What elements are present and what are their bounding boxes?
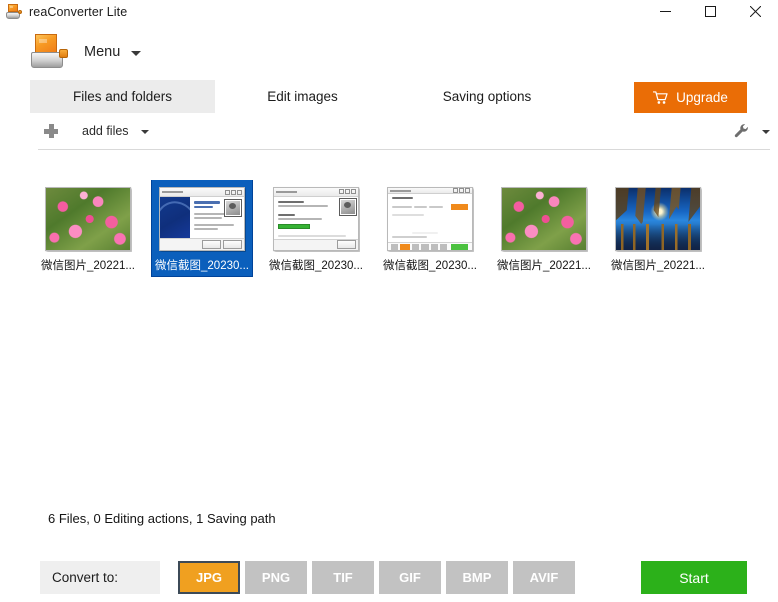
bottom-bar: Convert to: JPG PNG TIF GIF BMP AVIF Sta… bbox=[0, 554, 778, 602]
chevron-down-icon[interactable] bbox=[762, 130, 770, 134]
thumbnail-frame bbox=[272, 186, 360, 252]
status-summary: 6 Files, 0 Editing actions, 1 Saving pat… bbox=[48, 511, 276, 526]
chevron-down-icon[interactable] bbox=[141, 130, 149, 134]
format-button-png[interactable]: PNG bbox=[245, 561, 307, 594]
file-name-label: 微信图片_20221... bbox=[497, 259, 591, 274]
close-button[interactable] bbox=[733, 0, 778, 23]
window-title: reaConverter Lite bbox=[29, 5, 127, 19]
maximize-icon bbox=[705, 6, 716, 17]
start-button[interactable]: Start bbox=[641, 561, 747, 594]
menu-button[interactable]: Menu bbox=[84, 44, 141, 60]
format-button-avif[interactable]: AVIF bbox=[513, 561, 575, 594]
menu-row: Menu bbox=[0, 23, 778, 80]
file-thumbnail-item[interactable]: 微信图片_20221... bbox=[608, 180, 708, 276]
app-scanner-icon bbox=[30, 34, 68, 70]
file-thumbnail-area[interactable]: 微信图片_20221... bbox=[38, 180, 770, 494]
window-titlebar: reaConverter Lite bbox=[0, 0, 778, 23]
format-button-gif[interactable]: GIF bbox=[379, 561, 441, 594]
wrench-icon[interactable] bbox=[734, 123, 750, 139]
thumbnail-image-night-sky bbox=[615, 187, 701, 251]
file-name-label: 微信截图_20230... bbox=[269, 259, 363, 274]
cart-icon bbox=[653, 91, 668, 105]
file-thumbnail-item[interactable]: 微信截图_20230... bbox=[266, 180, 366, 276]
app-scanner-icon bbox=[6, 4, 22, 20]
file-thumbnail-item[interactable]: 微信截图_20230... bbox=[380, 180, 480, 276]
thumbnail-frame bbox=[158, 186, 246, 252]
file-thumbnail-item[interactable]: 微信图片_20221... bbox=[494, 180, 594, 276]
thumbnail-image-app-window bbox=[387, 187, 473, 251]
tab-edit-images[interactable]: Edit images bbox=[225, 80, 380, 113]
add-files-toolbar: add files bbox=[38, 113, 770, 150]
thumbnail-image-flowers bbox=[501, 187, 587, 251]
close-icon bbox=[750, 6, 761, 17]
window-controls bbox=[643, 0, 778, 23]
file-thumbnail-grid: 微信图片_20221... bbox=[38, 180, 770, 288]
file-thumbnail-item-selected[interactable]: 微信截图_20230... bbox=[152, 180, 252, 276]
toolbar-right bbox=[734, 123, 770, 139]
thumbnail-frame bbox=[614, 186, 702, 252]
maximize-button[interactable] bbox=[688, 0, 733, 23]
upgrade-label: Upgrade bbox=[676, 90, 728, 105]
tab-files-and-folders[interactable]: Files and folders bbox=[30, 80, 215, 113]
upgrade-button[interactable]: Upgrade bbox=[634, 82, 747, 113]
add-files-button[interactable]: add files bbox=[82, 124, 129, 138]
format-button-bmp[interactable]: BMP bbox=[446, 561, 508, 594]
file-thumbnail-item[interactable]: 微信图片_20221... bbox=[38, 180, 138, 276]
minimize-button[interactable] bbox=[643, 0, 688, 23]
chevron-down-icon bbox=[131, 51, 141, 56]
tab-bar: Files and folders Edit images Saving opt… bbox=[0, 80, 778, 113]
file-name-label: 微信截图_20230... bbox=[383, 259, 477, 274]
file-name-label: 微信图片_20221... bbox=[41, 259, 135, 274]
convert-to-label: Convert to: bbox=[40, 561, 160, 594]
menu-label: Menu bbox=[84, 44, 120, 60]
format-button-jpg[interactable]: JPG bbox=[178, 561, 240, 594]
thumbnail-image-installer-welcome bbox=[159, 187, 245, 251]
file-name-label: 微信图片_20221... bbox=[611, 259, 705, 274]
thumbnail-frame bbox=[44, 186, 132, 252]
thumbnail-image-installer-progress bbox=[273, 187, 359, 251]
thumbnail-frame bbox=[386, 186, 474, 252]
plus-icon bbox=[44, 124, 58, 138]
minimize-icon bbox=[660, 6, 671, 17]
thumbnail-frame bbox=[500, 186, 588, 252]
tab-saving-options[interactable]: Saving options bbox=[402, 80, 572, 113]
format-button-tif[interactable]: TIF bbox=[312, 561, 374, 594]
file-name-label: 微信截图_20230... bbox=[155, 259, 249, 274]
thumbnail-image-flowers bbox=[45, 187, 131, 251]
